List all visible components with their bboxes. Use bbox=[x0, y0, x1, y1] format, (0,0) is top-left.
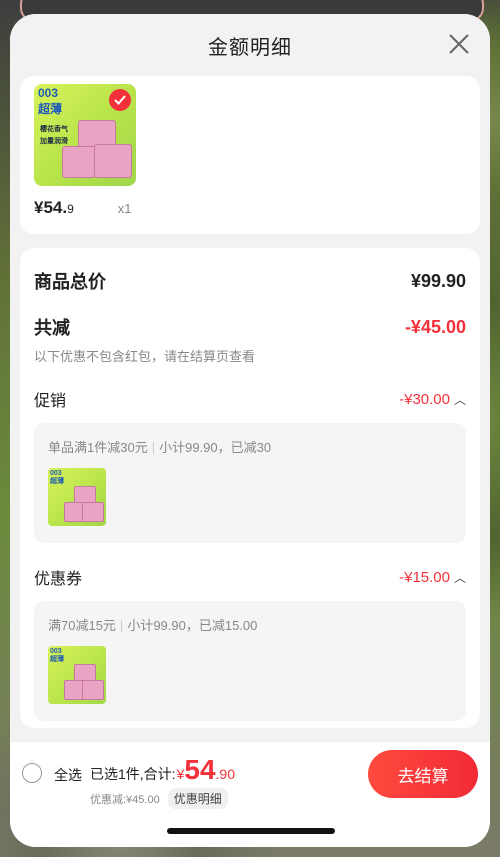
total-int: 54 bbox=[184, 754, 216, 785]
select-all-label[interactable]: 全选 bbox=[54, 765, 82, 785]
reduce-hint: 以下优惠不包含红包，请在结算页查看 bbox=[34, 349, 256, 364]
coupon-detail-box: 满70减15元 | 小计99.90，已减15.00 003 超薄 bbox=[34, 601, 466, 721]
home-indicator bbox=[167, 828, 335, 834]
order-total: 已选1件,合计: ¥ 54 .90 bbox=[90, 754, 235, 786]
selected-text: 已选1件,合计: bbox=[90, 766, 176, 782]
discount-text: 优惠减:¥45.00 bbox=[90, 793, 160, 806]
total-label: 商品总价 bbox=[34, 272, 106, 292]
coupon-label: 优惠券 bbox=[34, 571, 83, 588]
product-price-row: ¥54.9 x1 bbox=[34, 198, 466, 218]
total-dec: .90 bbox=[215, 766, 235, 782]
product-image-brand: 003 bbox=[38, 86, 59, 100]
amount-detail-sheet: 金额明细 003 超薄 樱花香气 加量润滑 ¥54.9 x1 商品总价 ¥99.… bbox=[10, 14, 490, 847]
close-icon[interactable] bbox=[446, 31, 472, 57]
product-card: 003 超薄 樱花香气 加量润滑 ¥54.9 x1 bbox=[20, 76, 480, 234]
total-value: ¥99.90 bbox=[410, 270, 466, 291]
promo-detail-box: 单品满1件减30元 | 小计99.90，已减30 003 超薄 bbox=[34, 423, 466, 543]
product-image-tag1: 樱花香气 bbox=[40, 126, 68, 133]
discount-line: 优惠减:¥45.00 优惠明细 bbox=[90, 788, 228, 809]
price-detail-card: 商品总价 ¥99.90 共减 -¥45.00 以下优惠不包含红包，请在结算页查看… bbox=[20, 248, 480, 728]
checkout-footer: 全选 已选1件,合计: ¥ 54 .90 优惠减:¥45.00 优惠明细 去结算 bbox=[10, 741, 490, 847]
product-image[interactable]: 003 超薄 樱花香气 加量润滑 bbox=[34, 84, 136, 186]
select-all-radio[interactable] bbox=[22, 763, 42, 783]
reduce-row: 共减 -¥45.00 bbox=[34, 314, 466, 340]
page-title: 金额明细 bbox=[208, 36, 292, 59]
chevron-up-icon: ︿ bbox=[453, 570, 466, 585]
product-image-tag2: 加量润滑 bbox=[40, 138, 68, 145]
total-row: 商品总价 ¥99.90 bbox=[34, 268, 466, 294]
discount-detail-button[interactable]: 优惠明细 bbox=[167, 788, 228, 809]
total-currency: ¥ bbox=[176, 766, 185, 782]
chevron-up-icon: ︿ bbox=[453, 392, 466, 407]
coupon-row[interactable]: 优惠券 -¥15.00 ︿ bbox=[34, 565, 466, 589]
coupon-detail-text: 满70减15元 | 小计99.90，已减15.00 bbox=[48, 618, 258, 633]
promo-value: -¥30.00 ︿ bbox=[399, 390, 466, 408]
check-icon bbox=[109, 89, 131, 111]
promo-label: 促销 bbox=[34, 393, 67, 410]
product-image-sub: 超薄 bbox=[38, 102, 63, 116]
checkout-button[interactable]: 去结算 bbox=[368, 750, 478, 798]
product-quantity: x1 bbox=[117, 201, 132, 216]
coupon-value: -¥15.00 ︿ bbox=[399, 568, 466, 586]
promo-product-thumb: 003 超薄 bbox=[48, 468, 106, 526]
promo-row[interactable]: 促销 -¥30.00 ︿ bbox=[34, 387, 466, 411]
reduce-label: 共减 bbox=[34, 318, 70, 338]
sheet-header: 金额明细 bbox=[10, 14, 490, 76]
promo-detail-text: 单品满1件减30元 | 小计99.90，已减30 bbox=[48, 440, 272, 455]
reduce-value: -¥45.00 bbox=[404, 316, 466, 337]
product-price: ¥54.9 bbox=[34, 198, 74, 217]
coupon-product-thumb: 003 超薄 bbox=[48, 646, 106, 704]
